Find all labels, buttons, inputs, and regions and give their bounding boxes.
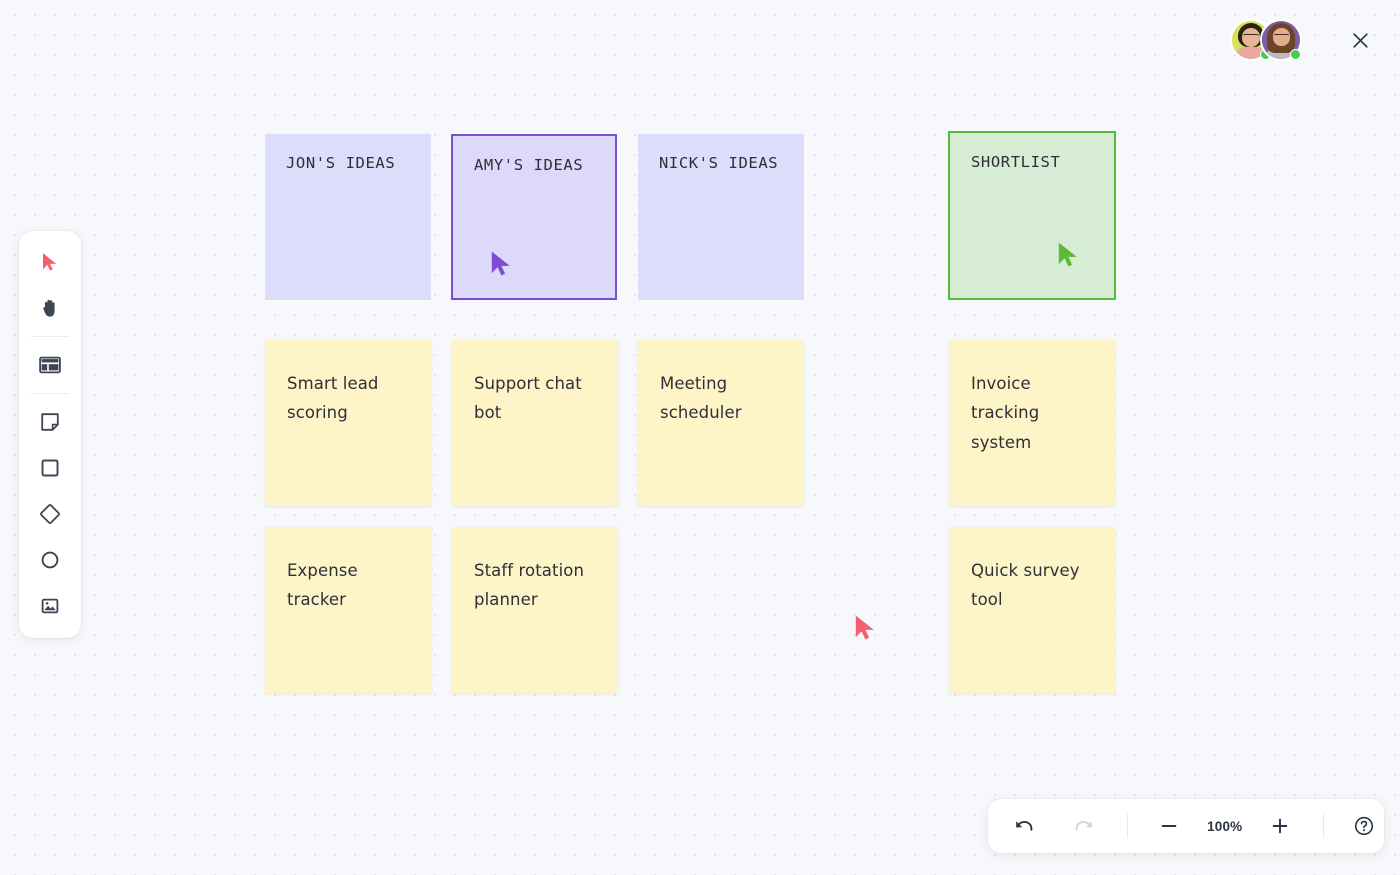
frame-amys-ideas[interactable]: AMY'S IDEAS bbox=[451, 134, 617, 300]
tool-diamond[interactable] bbox=[28, 494, 72, 534]
zoom-in-button[interactable] bbox=[1260, 806, 1300, 846]
amy-remote-cursor bbox=[489, 250, 515, 284]
tool-frame[interactable] bbox=[28, 345, 72, 385]
note-invoice-tracking[interactable]: Invoice tracking system bbox=[949, 340, 1115, 506]
undo-arrow-icon bbox=[1016, 820, 1033, 831]
tool-select[interactable] bbox=[28, 242, 72, 282]
frame-title: SHORTLIST bbox=[971, 153, 1061, 171]
frame-title: AMY'S IDEAS bbox=[474, 156, 584, 174]
toolbar-divider bbox=[31, 393, 69, 394]
undo-button[interactable] bbox=[1004, 806, 1044, 846]
toolbar-divider bbox=[1323, 814, 1325, 838]
left-toolbar[interactable] bbox=[19, 231, 81, 638]
tool-image[interactable] bbox=[28, 586, 72, 626]
shortlist-remote-cursor bbox=[1056, 241, 1082, 275]
close-icon bbox=[1352, 32, 1368, 48]
select-cursor-icon bbox=[42, 252, 56, 271]
sticky-note-text: Expense tracker bbox=[287, 561, 358, 610]
avatar[interactable] bbox=[1260, 19, 1302, 61]
sticky-note-text: Staff rotation planner bbox=[474, 561, 585, 610]
frame-title: JON'S IDEAS bbox=[286, 154, 396, 172]
redo-button[interactable] bbox=[1064, 806, 1104, 846]
sticky-note-text: Meeting scheduler bbox=[660, 374, 742, 423]
tool-sticky-note[interactable] bbox=[28, 402, 72, 442]
note-quick-survey-tool[interactable]: Quick survey tool bbox=[949, 527, 1115, 693]
user-pointer-cursor bbox=[853, 614, 879, 648]
circle-icon bbox=[41, 551, 59, 569]
tool-ellipse[interactable] bbox=[28, 540, 72, 580]
hand-pan-icon bbox=[43, 299, 55, 317]
sticky-note-text: Invoice tracking system bbox=[971, 374, 1040, 452]
minus-icon bbox=[1161, 825, 1177, 827]
note-expense-tracker[interactable]: Expense tracker bbox=[265, 527, 431, 693]
sticky-note-text: Smart lead scoring bbox=[287, 374, 379, 423]
note-support-chat-bot[interactable]: Support chat bot bbox=[452, 340, 618, 506]
whiteboard-canvas[interactable]: JON'S IDEAS AMY'S IDEAS NICK'S IDEAS SHORTL… bbox=[0, 0, 1400, 875]
bottom-toolbar[interactable]: 100% bbox=[988, 799, 1384, 853]
frame-icon bbox=[39, 356, 61, 374]
online-status-dot bbox=[1290, 49, 1301, 60]
frame-title: NICK'S IDEAS bbox=[659, 154, 779, 172]
sticky-note-text: Support chat bot bbox=[474, 374, 582, 423]
note-meeting-scheduler[interactable]: Meeting scheduler bbox=[638, 340, 804, 506]
sticky-note-text: Quick survey tool bbox=[971, 561, 1080, 610]
close-button[interactable] bbox=[1344, 24, 1376, 56]
question-circle-icon bbox=[1354, 816, 1373, 836]
help-button[interactable] bbox=[1344, 806, 1384, 846]
toolbar-divider bbox=[1127, 814, 1128, 838]
frame-nicks-ideas[interactable]: NICK'S IDEAS bbox=[638, 134, 804, 300]
diamond-icon bbox=[40, 504, 60, 524]
note-smart-lead-scoring[interactable]: Smart lead scoring bbox=[265, 340, 431, 506]
toolbar-divider bbox=[31, 336, 69, 337]
note-staff-rotation[interactable]: Staff rotation planner bbox=[452, 527, 618, 693]
sticky-note-icon bbox=[41, 413, 59, 431]
redo-arrow-icon bbox=[1075, 820, 1092, 831]
image-icon bbox=[41, 598, 59, 614]
frame-jons-ideas[interactable]: JON'S IDEAS bbox=[265, 134, 431, 300]
tool-rectangle[interactable] bbox=[28, 448, 72, 488]
tool-hand[interactable] bbox=[28, 288, 72, 328]
zoom-out-button[interactable] bbox=[1149, 806, 1189, 846]
zoom-level-label[interactable]: 100% bbox=[1200, 819, 1249, 834]
plus-icon bbox=[1272, 818, 1288, 834]
presence-avatars bbox=[1230, 19, 1302, 61]
frame-shortlist[interactable]: SHORTLIST bbox=[948, 131, 1116, 300]
square-icon bbox=[41, 459, 59, 477]
